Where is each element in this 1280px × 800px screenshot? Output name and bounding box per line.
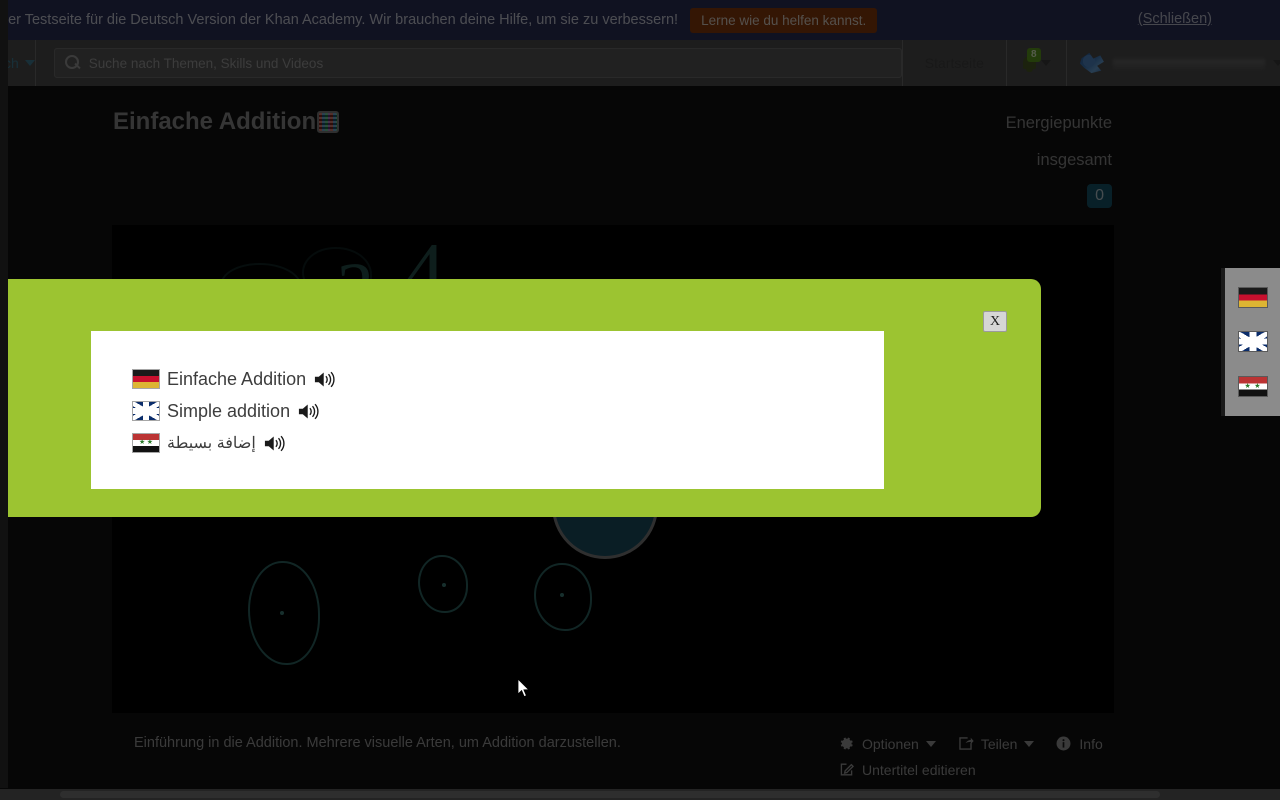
chevron-down-icon	[1040, 60, 1051, 66]
share-icon	[959, 737, 974, 750]
translation-text-de: Einfache Addition	[167, 368, 307, 389]
search-placeholder: Suche nach Themen, Skills und Videos	[88, 55, 324, 71]
notification-badge: 8	[1026, 48, 1041, 62]
energy-points: Energiepunkte insgesamt 0	[1006, 105, 1112, 208]
promo-close-link[interactable]: (Schließen)	[1138, 11, 1212, 27]
sketch-circle	[248, 561, 320, 665]
video-description: Einführung in die Addition. Mehrere visu…	[134, 735, 621, 751]
flag-rail-item-de[interactable]	[1238, 287, 1267, 307]
translation-text-en: Simple addition	[167, 400, 291, 421]
translation-row-en: Simple addition	[133, 395, 884, 427]
edit-subtitles-button[interactable]: Untertitel editieren	[838, 761, 976, 778]
search-wrapper: Suche nach Themen, Skills und Videos	[53, 48, 902, 78]
promo-banner: der Testseite für die Deutsch Version de…	[0, 0, 1280, 40]
user-menu[interactable]	[1065, 40, 1280, 86]
notifications-button[interactable]: 8	[1005, 40, 1066, 86]
translation-text-ar: إضافة بسيطة	[167, 435, 256, 452]
chevron-down-icon	[1272, 60, 1280, 66]
gear-icon	[840, 737, 853, 750]
flag-sy-icon	[133, 434, 159, 452]
sketch-circle	[534, 563, 592, 631]
share-label: Teilen	[980, 735, 1018, 752]
navbar: ch Suche nach Themen, Skills und Videos …	[4, 40, 1280, 86]
chevron-down-icon	[925, 740, 936, 747]
edit-pencil-icon	[840, 763, 855, 776]
page-left-gutter	[0, 0, 8, 788]
flag-gb-icon	[133, 402, 159, 420]
energy-points-label-1: Energiepunkte	[1005, 114, 1112, 132]
avatar	[1079, 52, 1104, 74]
edit-subtitles-label: Untertitel editieren	[862, 761, 976, 778]
promo-banner-text: der Testseite für die Deutsch Version de…	[0, 12, 679, 28]
navbar-right: Startseite 8	[901, 40, 1280, 86]
horizontal-scrollbar[interactable]	[0, 789, 1280, 800]
search-input[interactable]: Suche nach Themen, Skills und Videos	[53, 48, 902, 78]
video-controls: Optionen Teilen Info Untertitel editiere…	[838, 735, 1118, 787]
search-icon	[64, 55, 81, 71]
energy-points-label-2: insgesamt	[1036, 151, 1112, 169]
options-label: Optionen	[862, 735, 919, 752]
translation-row-ar: إضافة بسيطة	[133, 427, 884, 459]
flag-rail-item-sy[interactable]	[1238, 377, 1267, 397]
video-controls-row-1: Optionen Teilen Info	[838, 735, 1118, 752]
chevron-down-icon	[24, 60, 35, 66]
horizontal-scrollbar-thumb[interactable]	[60, 791, 1160, 798]
sketch-dot	[280, 611, 284, 615]
chevron-down-icon	[1024, 740, 1035, 747]
options-button[interactable]: Optionen	[838, 735, 936, 752]
info-label: Info	[1079, 735, 1103, 752]
modal-close-button[interactable]: X	[983, 311, 1007, 332]
info-icon	[1056, 736, 1071, 751]
energy-points-value: 0	[1087, 184, 1112, 208]
sketch-dot	[442, 583, 446, 587]
flag-rail-item-gb[interactable]	[1238, 332, 1267, 352]
speaker-icon[interactable]	[314, 370, 336, 389]
screen: der Testseite für die Deutsch Version de…	[0, 0, 1280, 800]
username-label	[1112, 57, 1265, 69]
translation-row-de: Einfache Addition	[133, 363, 884, 395]
translation-modal: X Einfache Addition Simple addition ★ ★ …	[0, 279, 1041, 517]
language-flag-rail	[1221, 268, 1280, 416]
share-button[interactable]: Teilen	[957, 735, 1035, 752]
page-title: Einfache Addition	[113, 108, 340, 136]
video-controls-row-2: Untertitel editieren	[838, 761, 1118, 778]
translation-badge-icon[interactable]	[317, 111, 340, 133]
mouse-cursor	[518, 679, 530, 698]
info-button[interactable]: Info	[1055, 735, 1103, 752]
flag-de-icon	[133, 370, 159, 388]
promo-cta-button[interactable]: Lerne wie du helfen kannst.	[690, 7, 878, 33]
translation-list: Einfache Addition Simple addition ★ ★ إض…	[91, 331, 884, 489]
speaker-icon[interactable]	[264, 434, 286, 453]
page-title-text: Einfache Addition	[113, 108, 317, 135]
speaker-icon[interactable]	[298, 402, 320, 421]
sketch-dot	[560, 593, 564, 597]
nav-home-link[interactable]: Startseite	[901, 40, 1006, 86]
